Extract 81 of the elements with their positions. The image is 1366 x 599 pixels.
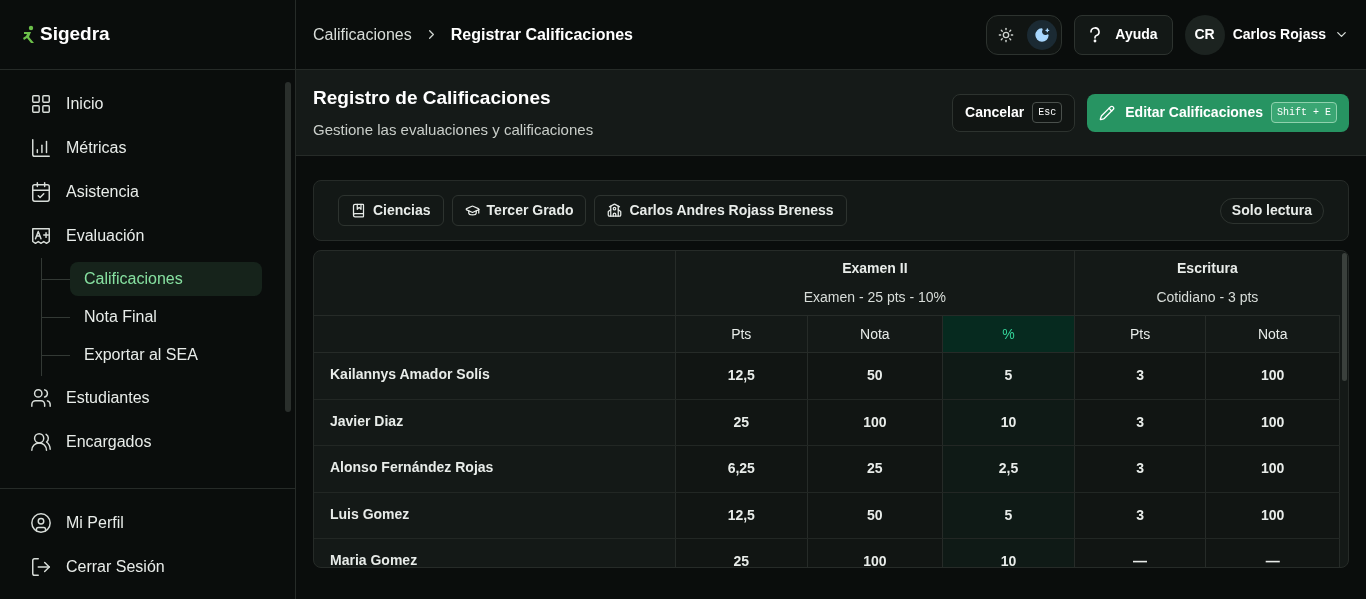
school-icon: [607, 203, 623, 218]
calendar-check-icon: [30, 181, 52, 203]
app-logo-text: Sigedra: [40, 22, 110, 47]
table-cell: 12,5: [675, 492, 808, 538]
table-cell: 5: [943, 492, 1075, 538]
filter-chip: Tercer Grado: [451, 195, 587, 226]
users-icon: [30, 387, 52, 409]
group-subtitle: Cotidiano - 3 pts: [1156, 288, 1259, 307]
table-cell: 10: [943, 399, 1075, 445]
student-name: Alonso Fernández Rojas: [314, 446, 676, 492]
sidebar-item[interactable]: Cerrar Sesión: [30, 545, 295, 589]
group-icon: [30, 431, 52, 453]
table-cell: 100: [807, 399, 944, 445]
grade-icon: [30, 225, 52, 247]
sidebar-subitem[interactable]: Nota Final: [70, 300, 262, 334]
cancel-button[interactable]: Cancelar Esc: [952, 93, 1076, 132]
table-cell: 3: [1074, 399, 1207, 445]
table-cell: 6,25: [675, 446, 808, 492]
table-cell: 12,5: [675, 353, 808, 399]
bar-chart-icon: [30, 137, 52, 159]
dark-mode-button[interactable]: [1027, 19, 1058, 50]
table-cell: 5: [943, 353, 1075, 399]
sun-icon: [998, 26, 1015, 43]
graduation-cap-icon: [464, 203, 480, 218]
table-cell: 25: [675, 539, 808, 567]
table-cell: 100: [807, 539, 944, 567]
logout-icon: [30, 556, 52, 578]
student-name: Luis Gomez: [314, 492, 676, 538]
sidebar-item[interactable]: Estudiantes: [30, 376, 275, 420]
student-name: Maria Gomez: [314, 539, 676, 567]
table-cell: 25: [807, 446, 944, 492]
sidebar-subitem[interactable]: Exportar al SEA: [70, 338, 262, 372]
table-cell: —: [1206, 539, 1340, 567]
student-name: Javier Diaz: [314, 399, 676, 445]
sidebar-item[interactable]: Mi Perfil: [30, 501, 295, 545]
table-cell: 100: [1206, 492, 1340, 538]
table-cell: 100: [1206, 399, 1340, 445]
help-icon: [1089, 26, 1102, 43]
profile-icon: [30, 512, 52, 534]
column-header: Nota: [1206, 316, 1340, 352]
group-title: Examen II: [842, 259, 908, 278]
group-subtitle: Examen - 25 pts - 10%: [803, 288, 947, 307]
table-cell: 3: [1074, 446, 1207, 492]
shortcut-key: Esc: [1032, 102, 1063, 123]
filter-chip: Ciencias: [338, 195, 444, 226]
table-cell: 25: [675, 399, 808, 445]
help-button[interactable]: Ayuda: [1074, 14, 1173, 55]
user-name[interactable]: Carlos Rojass: [1232, 24, 1326, 45]
breadcrumb-item[interactable]: Calificaciones: [313, 22, 412, 47]
pencil-icon: [1099, 104, 1116, 121]
group-title: Escritura: [1177, 259, 1238, 278]
column-header: Pts: [1074, 316, 1207, 352]
book-icon: [351, 203, 366, 218]
table-cell: 50: [807, 492, 944, 538]
moon-icon: [1034, 26, 1051, 43]
table-cell: 3: [1074, 492, 1207, 538]
sidebar-item[interactable]: Inicio: [30, 82, 275, 126]
table-cell: 10: [943, 539, 1075, 567]
sidebar-item[interactable]: Métricas: [30, 126, 275, 170]
table-cell: 2,5: [943, 446, 1075, 492]
table-cell: 3: [1074, 353, 1207, 399]
sidebar-item[interactable]: Asistencia: [30, 170, 275, 214]
logo-icon: [22, 24, 36, 45]
table-cell: 100: [1206, 446, 1340, 492]
page-subtitle: Gestione las evaluaciones y calificaciones: [313, 119, 594, 140]
breadcrumb-item: Registrar Calificaciones: [450, 24, 633, 45]
column-header: %: [943, 316, 1075, 352]
page-title: Registro de Calificaciones: [313, 86, 552, 110]
column-header: Pts: [675, 316, 808, 352]
filter-chip: Carlos Andres Rojass Breness: [594, 195, 847, 226]
user-avatar[interactable]: CR: [1184, 14, 1225, 55]
shortcut-key: Shift + E: [1271, 102, 1337, 123]
table-cell: 50: [807, 353, 944, 399]
sidebar-subitem[interactable]: Calificaciones: [70, 262, 262, 296]
edit-button[interactable]: Editar Calificaciones Shift + E: [1087, 93, 1349, 132]
table-cell: —: [1074, 539, 1207, 567]
sidebar-item[interactable]: Encargados: [30, 420, 275, 464]
table-cell: 100: [1206, 353, 1340, 399]
grid-icon: [30, 93, 52, 115]
student-name: Kailannys Amador Solís: [314, 353, 676, 399]
sidebar-item[interactable]: Evaluación: [30, 214, 275, 258]
